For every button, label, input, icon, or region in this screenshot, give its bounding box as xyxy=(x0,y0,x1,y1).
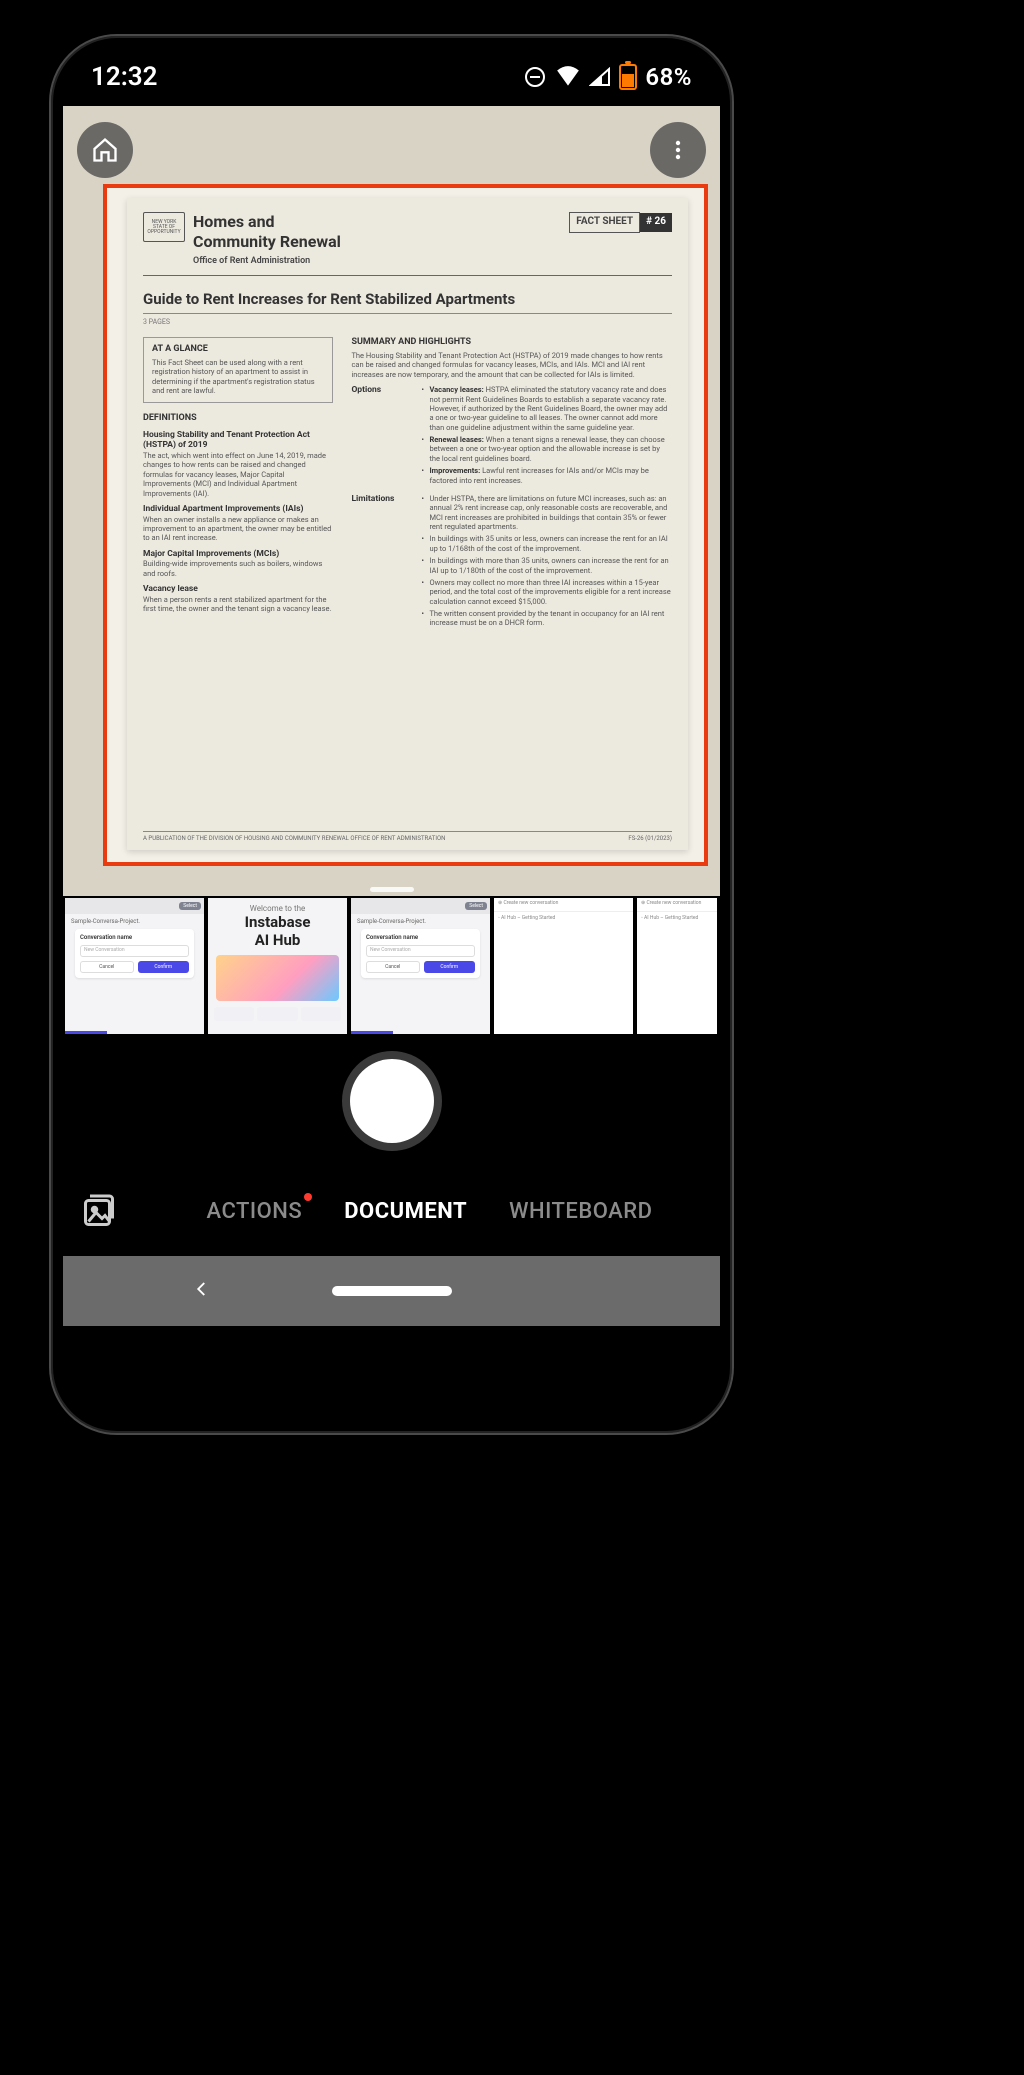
status-time: 12:32 xyxy=(91,62,158,92)
phone-frame: 12:32 68% A xyxy=(49,34,734,1435)
signal-icon xyxy=(589,67,611,87)
system-nav-bar xyxy=(63,1256,720,1326)
viewfinder-handle[interactable] xyxy=(370,887,414,892)
doc-footer: A PUBLICATION OF THE DIVISION OF HOUSING… xyxy=(143,831,672,843)
at-a-glance-heading: AT A GLANCE xyxy=(152,344,324,355)
capture-modes: ACTIONS DOCUMENT WHITEBOARD xyxy=(157,1199,702,1224)
scanned-document: NEW YORK STATE OF OPPORTUNITY Homes and … xyxy=(127,198,688,850)
thumbnail-item[interactable]: Select Sample-Conversa-Project. Conversa… xyxy=(65,898,204,1034)
battery-percentage: 68% xyxy=(645,63,692,91)
capture-bar xyxy=(63,1036,720,1166)
agency-office: Office of Rent Administration xyxy=(193,256,341,267)
at-a-glance-text: This Fact Sheet can be used along with a… xyxy=(152,358,324,396)
actions-badge-dot xyxy=(304,1193,312,1201)
limitation-3: In buildings with more than 35 units, ow… xyxy=(421,556,672,575)
system-home-pill[interactable] xyxy=(332,1286,452,1296)
doc-header: NEW YORK STATE OF OPPORTUNITY Homes and … xyxy=(143,212,672,276)
camera-viewfinder: A NEW YORK STATE OF OPPORTUNITY Homes an… xyxy=(63,106,720,896)
mode-whiteboard[interactable]: WHITEBOARD xyxy=(509,1199,652,1224)
status-bar: 12:32 68% xyxy=(63,48,720,106)
mode-document[interactable]: DOCUMENT xyxy=(344,1199,467,1224)
thumbnail-item[interactable]: Welcome to the Instabase AI Hub xyxy=(208,898,347,1034)
option-vacancy: Vacancy leases: HSTPA eliminated the sta… xyxy=(421,385,672,432)
thumbnail-item[interactable]: ⊕ Create new conversation ◦ AI Hub – Get… xyxy=(637,898,717,1034)
agency-name-line2: Community Renewal xyxy=(193,232,341,252)
def-mci-body: Building-wide improvements such as boile… xyxy=(143,559,333,578)
def-iai-body: When an owner installs a new appliance o… xyxy=(143,515,333,543)
doc-footer-left: A PUBLICATION OF THE DIVISION OF HOUSING… xyxy=(143,835,445,843)
options-list: Vacancy leases: HSTPA eliminated the sta… xyxy=(421,385,672,488)
status-right: 68% xyxy=(523,63,692,91)
dnd-icon xyxy=(523,65,547,89)
limitations-list: Under HSTPA, there are limitations on fu… xyxy=(421,494,672,631)
limitation-2: In buildings with 35 units or less, owne… xyxy=(421,534,672,553)
option-improvements: Improvements: Lawful rent increases for … xyxy=(421,466,672,485)
chevron-left-icon xyxy=(193,1280,211,1298)
home-icon xyxy=(91,136,119,164)
gallery-button[interactable] xyxy=(81,1193,117,1229)
ny-state-logo: NEW YORK STATE OF OPPORTUNITY xyxy=(143,212,185,242)
document-crop-frame[interactable]: NEW YORK STATE OF OPPORTUNITY Homes and … xyxy=(103,184,708,866)
option-renewal: Renewal leases: When a tenant signs a re… xyxy=(421,435,672,463)
def-hstpa-term: Housing Stability and Tenant Protection … xyxy=(143,430,333,451)
doc-footer-right: FS-26 (01/2023) xyxy=(628,835,672,843)
recent-thumbnails[interactable]: Select Sample-Conversa-Project. Conversa… xyxy=(63,896,720,1036)
thumbnail-item[interactable]: ⊕ Create new conversation ◦ AI Hub – Get… xyxy=(494,898,633,1034)
definitions-heading: DEFINITIONS xyxy=(143,413,333,424)
factsheet-badge: FACT SHEET # 26 xyxy=(569,212,672,233)
more-vert-icon xyxy=(666,138,690,162)
gallery-icon xyxy=(81,1193,117,1229)
def-vacancy-body: When a person rents a rent stabilized ap… xyxy=(143,595,333,614)
device-screen: 12:32 68% A xyxy=(63,48,720,1421)
summary-body: The Housing Stability and Tenant Protect… xyxy=(351,351,672,379)
system-back-button[interactable] xyxy=(193,1279,211,1303)
def-vacancy-term: Vacancy lease xyxy=(143,584,333,595)
def-iai-term: Individual Apartment Improvements (IAIs) xyxy=(143,504,333,515)
limitation-5: The written consent provided by the tena… xyxy=(421,609,672,628)
battery-icon xyxy=(619,64,637,90)
home-button[interactable] xyxy=(77,122,133,178)
agency-name-line1: Homes and xyxy=(193,212,341,232)
doc-body: AT A GLANCE This Fact Sheet can be used … xyxy=(143,337,672,631)
mode-actions[interactable]: ACTIONS xyxy=(207,1199,303,1224)
shutter-button[interactable] xyxy=(350,1059,434,1143)
summary-heading: SUMMARY AND HIGHLIGHTS xyxy=(351,337,672,348)
limitations-label: Limitations xyxy=(351,494,411,631)
def-hstpa-body: The act, which went into effect on June … xyxy=(143,451,333,498)
mode-selector-row: ACTIONS DOCUMENT WHITEBOARD xyxy=(63,1166,720,1256)
limitation-4: Owners may collect no more than three IA… xyxy=(421,578,672,606)
wifi-icon xyxy=(555,66,581,88)
def-mci-term: Major Capital Improvements (MCIs) xyxy=(143,549,333,560)
options-label: Options xyxy=(351,385,411,488)
thumbnail-item[interactable]: Select Sample-Conversa-Project. Conversa… xyxy=(351,898,490,1034)
limitation-1: Under HSTPA, there are limitations on fu… xyxy=(421,494,672,532)
doc-page-count: 3 PAGES xyxy=(143,313,672,327)
more-options-button[interactable] xyxy=(650,122,706,178)
doc-title: Guide to Rent Increases for Rent Stabili… xyxy=(143,290,672,309)
